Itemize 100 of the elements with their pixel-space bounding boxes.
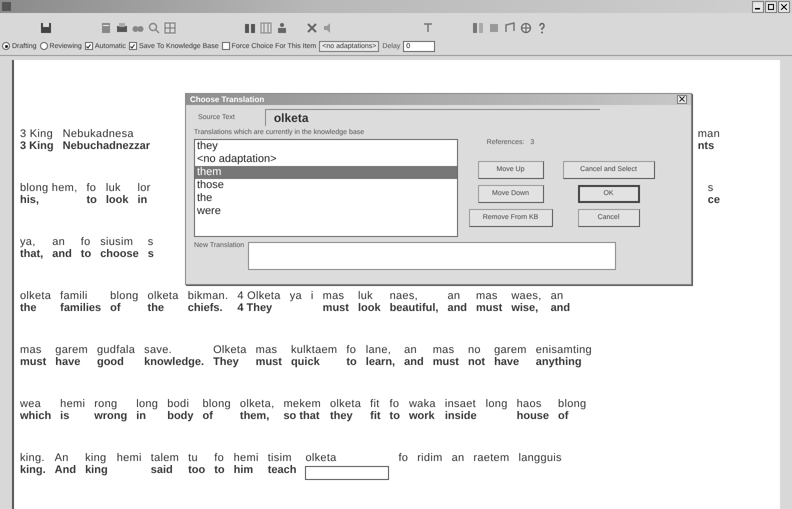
source-word: hemi <box>234 453 259 464</box>
columns-icon[interactable] <box>260 22 272 34</box>
source-word: waes, <box>511 291 542 302</box>
source-word: fo <box>86 183 97 194</box>
source-word: fo <box>214 453 225 464</box>
target-word: and <box>447 302 468 314</box>
target-word: have <box>55 356 82 368</box>
printer-icon[interactable] <box>116 22 128 34</box>
source-word: blong hem, <box>20 183 78 194</box>
translation-item[interactable]: the <box>195 192 457 205</box>
target-word: house <box>516 410 550 422</box>
save-icon[interactable] <box>40 22 52 34</box>
target-word: in <box>137 194 148 206</box>
target-word: fit <box>370 410 381 422</box>
target-word: knowledge. <box>144 356 204 368</box>
target-word: chiefs. <box>188 302 224 314</box>
check-icon <box>86 44 92 48</box>
document-icon[interactable] <box>100 22 112 34</box>
target-word: nts <box>698 140 716 152</box>
target-word: And <box>54 464 76 476</box>
minimize-button[interactable] <box>752 0 764 12</box>
source-word: tisim <box>268 453 293 464</box>
source-word: fo <box>398 453 408 464</box>
source-word: fo <box>80 237 92 248</box>
source-word: gudfala <box>96 345 136 356</box>
source-word: enisamting <box>536 345 592 356</box>
target-word: the <box>148 302 166 314</box>
source-word: king. <box>20 453 46 464</box>
target-word: must <box>432 356 459 368</box>
close-icon <box>781 4 787 10</box>
target-word: them, <box>240 410 270 422</box>
source-word: haos <box>516 399 543 410</box>
target-word: 3 King <box>20 140 54 152</box>
target-word: ce <box>708 194 720 206</box>
target-word: in <box>136 410 147 422</box>
source-word: olketa <box>330 399 362 410</box>
source-word: Olketa <box>213 345 247 356</box>
source-word: garem <box>494 345 527 356</box>
source-word: king <box>85 453 108 464</box>
source-word: naes, <box>390 291 419 302</box>
source-word: lor <box>137 183 151 194</box>
columns-icon[interactable] <box>472 22 484 34</box>
translation-item[interactable]: were <box>195 205 457 218</box>
source-word: an <box>447 291 462 302</box>
source-word: luk <box>106 183 122 194</box>
source-word: blong <box>202 399 231 410</box>
globe-icon[interactable] <box>520 22 532 34</box>
source-word: talem <box>150 453 180 464</box>
target-word: Nebuchadnezzar <box>62 140 150 152</box>
source-word: an <box>550 291 564 302</box>
source-word: olketa, <box>240 399 274 410</box>
source-word: kulktaem <box>290 345 338 356</box>
target-word: to <box>346 356 357 368</box>
translation-item[interactable]: them <box>195 166 457 179</box>
source-word: olketa <box>20 291 52 302</box>
person-icon[interactable] <box>276 22 288 34</box>
source-word: famili <box>60 291 89 302</box>
new-translation-field[interactable] <box>248 242 616 270</box>
source-word: no <box>468 345 482 356</box>
source-word: 4 Olketa <box>237 291 281 302</box>
restore-button[interactable] <box>765 0 777 12</box>
target-word: must <box>476 302 502 314</box>
source-word: mas <box>20 345 43 356</box>
source-text-field[interactable]: olketa <box>264 109 600 126</box>
target-word: him <box>234 464 254 476</box>
source-word: langguis <box>518 453 562 464</box>
source-word: ya <box>290 291 302 302</box>
source-word: 3 King <box>20 129 54 140</box>
translation-item[interactable]: they <box>195 140 457 153</box>
target-word: to <box>214 464 225 476</box>
target-word: choose <box>100 248 139 260</box>
target-word: quick <box>290 356 321 368</box>
target-word: and <box>404 356 424 368</box>
target-word: of <box>110 302 122 314</box>
target-word: not <box>468 356 486 368</box>
source-word: s <box>708 183 715 194</box>
target-word: inside <box>444 410 477 422</box>
close-button[interactable] <box>778 0 790 12</box>
target-word: work <box>408 410 436 422</box>
target-word: s <box>148 248 154 260</box>
source-word: blong <box>110 291 139 302</box>
source-word: man <box>698 129 720 140</box>
translation-item[interactable]: <no adaptation> <box>195 153 457 166</box>
source-word: hemi <box>116 453 142 464</box>
translation-field[interactable] <box>305 466 390 480</box>
source-word: mekem <box>283 399 321 410</box>
magnifier-icon[interactable] <box>148 22 160 34</box>
source-word: i <box>310 291 314 302</box>
source-word: bikman. <box>188 291 228 302</box>
target-word: is <box>60 410 70 422</box>
translation-item[interactable]: those <box>195 179 457 192</box>
source-word: blong <box>558 399 586 410</box>
close-button[interactable] <box>677 95 687 104</box>
source-word: an <box>452 453 464 464</box>
source-word: raetem <box>473 453 510 464</box>
source-word: olketa <box>148 291 179 302</box>
target-word: so that <box>283 410 320 422</box>
grid-icon[interactable] <box>164 22 176 34</box>
source-word: mas <box>256 345 278 356</box>
text-icon[interactable] <box>422 22 434 34</box>
